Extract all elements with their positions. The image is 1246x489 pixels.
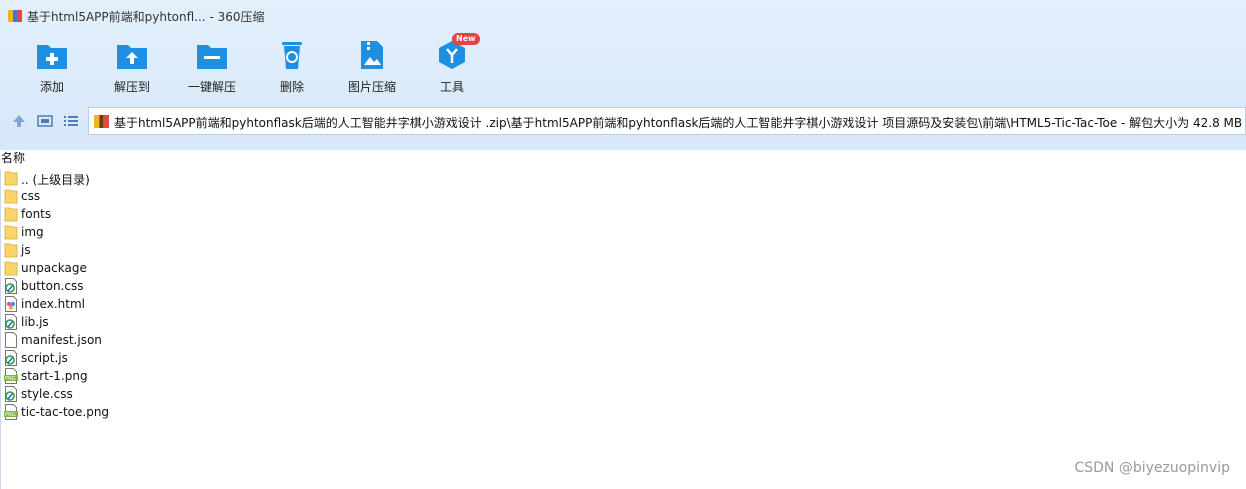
title-bar: 基于html5APP前端和pyhtonfl... - 360压缩 [0,0,1246,32]
list-item[interactable]: unpackage [0,259,600,277]
image-compress-button[interactable]: 图片压缩 [332,36,412,98]
script-file-icon [4,278,18,294]
address-bar: 基于html5APP前端和pyhtonflask后端的人工智能井字棋小游戏设计 … [0,107,1246,135]
file-name: unpackage [21,261,87,275]
file-name: button.css [21,279,84,293]
script-file-icon [4,314,18,330]
window-title: 基于html5APP前端和pyhtonfl... - 360压缩 [27,10,265,24]
thumbnail-view-icon[interactable] [37,113,53,129]
tools-label: 工具 [439,80,464,94]
toolbar: 添加 解压到 一键解压 删除 图片压缩 New 工具 [0,33,1246,100]
list-item[interactable]: button.css [0,277,600,295]
list-item[interactable]: style.css [0,385,600,403]
add-folder-icon [37,45,67,69]
list-item[interactable]: fonts [0,205,600,223]
add-label: 添加 [39,80,64,94]
png-file-icon: PNG [4,368,18,384]
file-name: css [21,189,41,203]
folder-icon [4,170,18,186]
svg-text:PNG: PNG [5,412,16,418]
folder-icon [4,206,18,222]
delete-icon [282,42,302,69]
new-badge: New [452,33,480,45]
folder-icon [4,188,18,204]
file-name: tic-tac-toe.png [21,405,110,419]
one-click-extract-label: 一键解压 [187,80,236,94]
tools-button[interactable]: New 工具 [412,33,492,98]
folder-icon [4,242,18,258]
file-file-icon [4,332,18,348]
list-item[interactable]: PNG tic-tac-toe.png [0,403,600,421]
delete-label: 删除 [279,80,304,94]
png-file-icon: PNG [4,404,18,420]
list-view-icon[interactable] [63,113,79,129]
svg-text:PNG: PNG [5,376,16,382]
html-file-icon [4,296,18,312]
script-file-icon [4,350,18,366]
column-header-name[interactable]: 名称 [0,148,1246,165]
list-item[interactable]: js [0,241,600,259]
folder-icon [4,224,18,240]
extract-to-button[interactable]: 解压到 [92,36,172,98]
path-input[interactable]: 基于html5APP前端和pyhtonflask后端的人工智能井字棋小游戏设计 … [88,107,1246,135]
file-name: index.html [21,297,85,311]
extract-to-label: 解压到 [113,80,150,94]
file-name: img [21,225,44,239]
delete-button[interactable]: 删除 [252,36,332,98]
list-item[interactable]: index.html [0,295,600,313]
file-name: start-1.png [21,369,88,383]
list-item[interactable]: img [0,223,600,241]
file-list: .. (上级目录) css fonts img js unpackage button.cs… [0,169,600,421]
list-item[interactable]: PNG start-1.png [0,367,600,385]
up-arrow-icon[interactable] [11,113,27,129]
script-file-icon [4,386,18,402]
one-click-extract-icon [197,45,227,69]
file-name: style.css [21,387,73,401]
image-compress-label: 图片压缩 [347,80,396,94]
list-item[interactable]: script.js [0,349,600,367]
column-header-label: 名称 [1,151,26,165]
one-click-extract-button[interactable]: 一键解压 [172,36,252,98]
file-name: manifest.json [21,333,102,347]
list-item[interactable]: .. (上级目录) [0,169,600,187]
file-name: .. (上级目录) [21,173,90,187]
image-compress-icon [361,41,383,69]
list-item[interactable]: manifest.json [0,331,600,349]
add-button[interactable]: 添加 [12,36,92,98]
path-text: 基于html5APP前端和pyhtonflask后端的人工智能井字棋小游戏设计 … [114,116,1243,130]
list-item[interactable]: css [0,187,600,205]
list-item[interactable]: lib.js [0,313,600,331]
watermark: CSDN @biyezuopinvip [1074,460,1230,476]
file-name: script.js [21,351,68,365]
app-icon [8,10,22,22]
file-name: js [21,243,31,257]
zip-archive-icon [94,115,109,128]
folder-icon [4,260,18,276]
file-name: lib.js [21,315,49,329]
file-name: fonts [21,207,52,221]
extract-to-icon [117,45,147,69]
